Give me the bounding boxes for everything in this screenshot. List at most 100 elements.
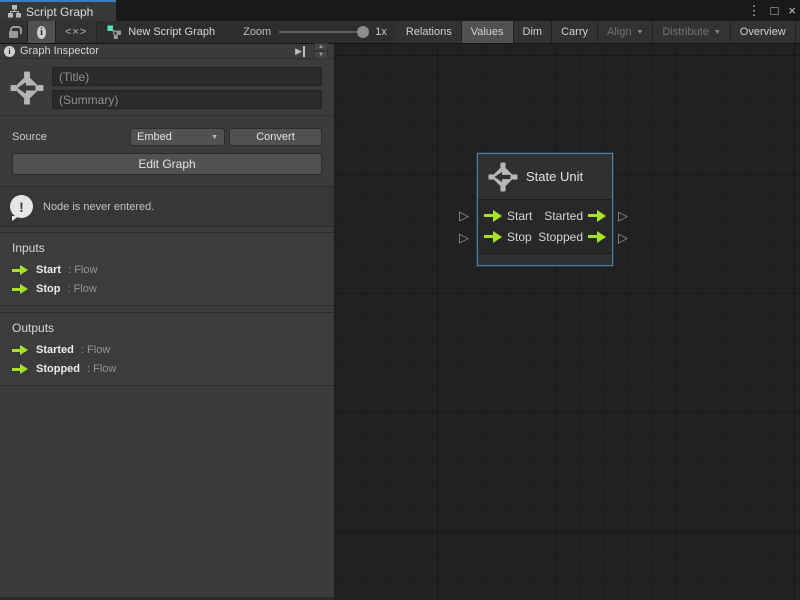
overview-label: Overview <box>740 26 786 38</box>
convert-label: Convert <box>256 131 295 143</box>
spin-down-icon[interactable]: ▼ <box>314 51 328 59</box>
state-unit-icon <box>10 71 44 105</box>
spin-up-icon[interactable]: ▲ <box>314 43 328 51</box>
graph-meta-section <box>0 59 334 116</box>
port-separator: : <box>87 363 90 375</box>
graph-title-input[interactable] <box>52 67 322 86</box>
carry-label: Carry <box>561 26 588 38</box>
graph-breadcrumb-label: New Script Graph <box>128 26 215 38</box>
port-name: Started <box>36 344 74 356</box>
window-menu-icon[interactable]: ⋮ <box>748 0 761 21</box>
zoom-slider[interactable] <box>279 31 367 33</box>
node-header[interactable]: State Unit <box>478 154 612 200</box>
values-button[interactable]: Values <box>462 21 514 43</box>
full-screen-button[interactable]: Full Scr <box>796 21 800 43</box>
list-item: Start : Flow <box>12 264 322 276</box>
window-maximize-icon[interactable]: □ <box>771 0 779 21</box>
port-name: Stop <box>36 283 60 295</box>
list-item: Stop : Flow <box>12 283 322 295</box>
warning-box: ! Node is never entered. <box>0 186 334 227</box>
convert-button[interactable]: Convert <box>229 128 322 146</box>
dim-button[interactable]: Dim <box>514 21 553 43</box>
outputs-section: Outputs Started : Flow Stopped : Flow <box>0 312 334 386</box>
graph-canvas[interactable]: ▷ ▷ ▷ ▷ State Unit Start Started <box>335 44 800 600</box>
port-type: Flow <box>74 283 97 295</box>
carry-button[interactable]: Carry <box>552 21 598 43</box>
port-name: Start <box>507 209 532 223</box>
node-output-port[interactable]: Started <box>544 209 606 223</box>
flow-arrow-icon <box>588 210 606 222</box>
align-button: Align ▼ <box>598 21 653 43</box>
zoom-control: Zoom 1x <box>225 21 397 43</box>
node-footer <box>478 254 612 265</box>
source-label: Source <box>12 131 130 143</box>
state-unit-node[interactable]: State Unit Start Started Stop Sto <box>477 153 613 266</box>
graph-inspector-header: i Graph Inspector ▶ ▲ ▼ <box>0 44 334 59</box>
warning-icon: ! <box>10 195 33 218</box>
list-item: Stopped : Flow <box>12 363 322 375</box>
port-type: Flow <box>74 264 97 276</box>
port-type: Flow <box>87 344 110 356</box>
flow-arrow-icon <box>12 265 29 276</box>
node-port-row: Start Started <box>484 205 606 226</box>
warning-text: Node is never entered. <box>43 201 154 213</box>
overview-button[interactable]: Overview <box>731 21 796 43</box>
source-dropdown[interactable]: Embed ▼ <box>130 128 225 146</box>
flow-arrow-icon <box>12 364 29 375</box>
node-input-port[interactable]: Stop <box>484 230 532 244</box>
source-value: Embed <box>137 131 172 143</box>
state-unit-icon <box>488 162 518 192</box>
edit-graph-label: Edit Graph <box>138 157 195 171</box>
port-separator: : <box>81 344 84 356</box>
port-triangle-icon[interactable]: ▷ <box>618 231 628 244</box>
relations-label: Relations <box>406 26 452 38</box>
flow-arrow-icon <box>484 231 502 243</box>
port-name: Stopped <box>36 363 80 375</box>
port-name: Stopped <box>538 230 583 244</box>
dim-label: Dim <box>523 26 543 38</box>
inputs-header: Inputs <box>12 241 322 255</box>
flow-arrow-icon <box>484 210 502 222</box>
align-label: Align <box>607 26 631 38</box>
port-type: Flow <box>93 363 116 375</box>
csharp-preview-button[interactable]: <×> <box>56 21 97 43</box>
graph-inspector-panel: i Graph Inspector ▶ ▲ ▼ Source Embed ▼ C… <box>0 44 335 600</box>
graph-toolbar: i <×> New Script Graph Zoom 1x Relations… <box>0 21 800 44</box>
port-name: Stop <box>507 230 532 244</box>
chevron-down-icon: ▼ <box>636 29 643 36</box>
port-triangle-icon[interactable]: ▷ <box>618 209 628 222</box>
list-item: Started : Flow <box>12 344 322 356</box>
zoom-value: 1x <box>375 26 387 38</box>
port-triangle-icon[interactable]: ▷ <box>459 209 469 222</box>
node-output-port[interactable]: Stopped <box>538 230 606 244</box>
window-close-icon[interactable]: × <box>788 0 796 21</box>
chevron-down-icon: ▼ <box>714 29 721 36</box>
node-input-port[interactable]: Start <box>484 209 532 223</box>
inputs-section: Inputs Start : Flow Stop : Flow <box>0 232 334 306</box>
outputs-header: Outputs <box>12 321 322 335</box>
port-separator: : <box>67 283 70 295</box>
graph-inspector-title: Graph Inspector <box>20 45 99 57</box>
inspector-toggle-button[interactable]: i <box>28 21 56 43</box>
node-body: Start Started Stop Stopped <box>478 200 612 254</box>
zoom-slider-handle[interactable] <box>357 26 369 38</box>
script-graph-tab-icon <box>8 5 21 18</box>
dock-panel-icon[interactable]: ▶ <box>295 46 305 57</box>
graph-breadcrumb[interactable]: New Script Graph <box>97 21 225 43</box>
edit-graph-button[interactable]: Edit Graph <box>12 153 322 175</box>
relations-button[interactable]: Relations <box>397 21 462 43</box>
port-triangle-icon[interactable]: ▷ <box>459 231 469 244</box>
tab-script-graph[interactable]: Script Graph <box>0 0 116 21</box>
graph-summary-input[interactable] <box>52 90 322 109</box>
lock-button[interactable] <box>0 21 28 43</box>
source-row: Source Embed ▼ Convert <box>12 128 322 146</box>
info-icon: i <box>4 46 15 57</box>
tab-title: Script Graph <box>26 5 93 19</box>
port-name: Start <box>36 264 61 276</box>
lock-icon <box>9 31 18 38</box>
node-title: State Unit <box>526 169 583 184</box>
node-port-row: Stop Stopped <box>484 226 606 247</box>
flow-arrow-icon <box>12 345 29 356</box>
distribute-label: Distribute <box>662 26 708 38</box>
info-icon: i <box>37 26 46 39</box>
